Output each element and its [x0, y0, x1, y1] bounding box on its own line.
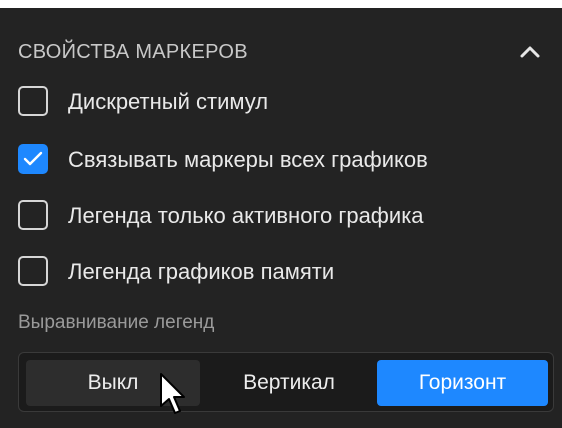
checkbox-active-legend-only[interactable]: Легенда только активного графика: [18, 198, 548, 236]
panel-title: СВОЙСТВА МАРКЕРОВ: [18, 41, 248, 63]
checkbox-discrete-stimulus[interactable]: Дискретный стимул: [18, 84, 548, 122]
checkbox-checked[interactable]: [18, 144, 48, 174]
checkbox-couple-markers[interactable]: Связывать маркеры всех графиков: [18, 142, 548, 180]
legend-alignment-label: Выравнивание легенд: [18, 312, 215, 333]
panel-header[interactable]: СВОЙСТВА МАРКЕРОВ: [18, 36, 544, 68]
segment-horizontal[interactable]: Горизонт: [377, 360, 548, 406]
checkbox-label: Дискретный стимул: [68, 89, 269, 114]
checkbox-memory-legend[interactable]: Легенда графиков памяти: [18, 254, 548, 292]
checkbox-label: Легенда графиков памяти: [68, 259, 335, 284]
checkbox-unchecked[interactable]: [18, 86, 48, 116]
chevron-up-icon[interactable]: [516, 40, 544, 64]
checkmark-icon: [23, 151, 43, 166]
checkbox-unchecked[interactable]: [18, 256, 48, 286]
segment-vertical[interactable]: Вертикал: [204, 360, 374, 406]
checkbox-unchecked[interactable]: [18, 200, 48, 230]
mouse-pointer-icon: [158, 372, 188, 420]
legend-alignment-segmented-control: Выкл Вертикал Горизонт: [18, 352, 554, 412]
checkbox-label: Связывать маркеры всех графиков: [68, 147, 428, 172]
checkbox-label: Легенда только активного графика: [68, 203, 424, 228]
